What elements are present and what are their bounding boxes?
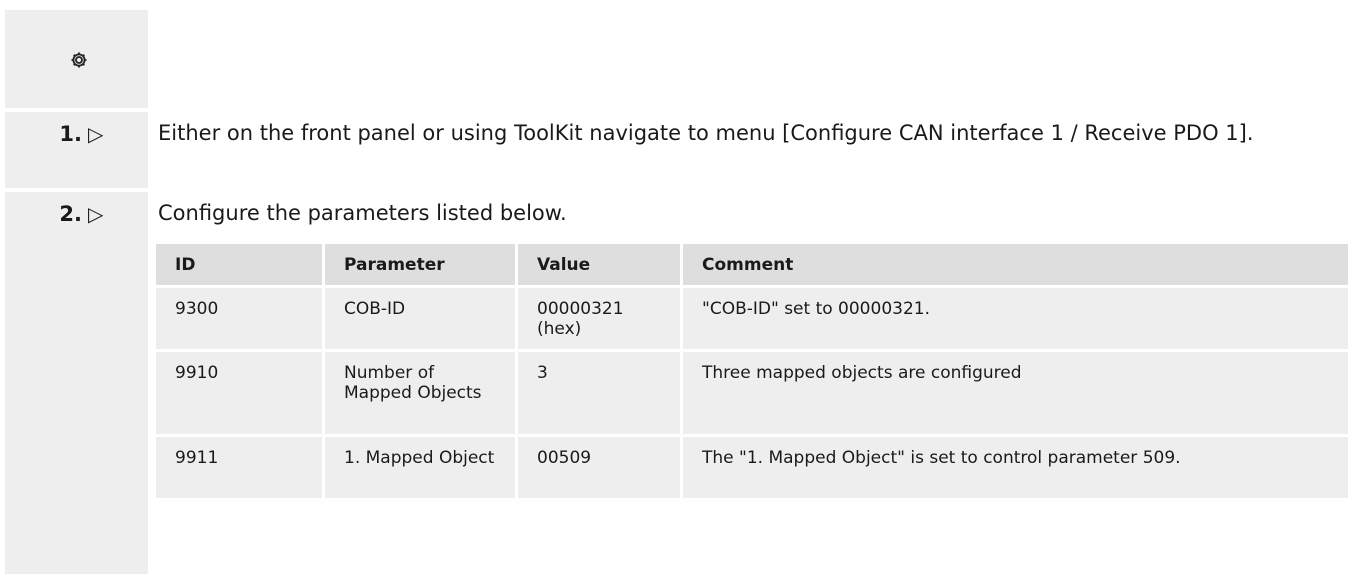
table-row: 9300 COB-ID 00000321 (hex) "COB-ID" set …: [156, 288, 1348, 349]
cell-parameter: Number of Mapped Objects: [325, 352, 515, 434]
step-2-gutter: [5, 192, 148, 574]
gear-icon: [69, 50, 89, 70]
cell-id: 9300: [156, 288, 322, 349]
table-header-row: ID Parameter Value Comment: [156, 244, 1348, 285]
cell-comment: "COB-ID" set to 00000321.: [683, 288, 1348, 349]
cell-value: 3: [518, 352, 680, 434]
cell-parameter: 1. Mapped Object: [325, 437, 515, 498]
column-header-comment: Comment: [683, 244, 1348, 285]
table-row: 9911 1. Mapped Object 00509 The "1. Mapp…: [156, 437, 1348, 498]
cell-comment: The "1. Mapped Object" is set to control…: [683, 437, 1348, 498]
step-1-text: Either on the front panel or using ToolK…: [158, 121, 1254, 145]
cell-value: 00509: [518, 437, 680, 498]
step-2-number: 2. ▷: [18, 200, 140, 228]
step-1-number: 1. ▷: [18, 120, 140, 148]
step-number: 2.: [59, 202, 82, 226]
column-header-value: Value: [518, 244, 680, 285]
cell-id: 9911: [156, 437, 322, 498]
column-header-id: ID: [156, 244, 322, 285]
step-2-text: Configure the parameters listed below.: [158, 201, 567, 225]
step-arrow-icon: ▷: [88, 202, 104, 226]
cell-id: 9910: [156, 352, 322, 434]
cell-value: 00000321 (hex): [518, 288, 680, 349]
cell-parameter: COB-ID: [325, 288, 515, 349]
cell-comment: Three mapped objects are configured: [683, 352, 1348, 434]
step-number: 1.: [59, 122, 82, 146]
step-arrow-icon: ▷: [88, 122, 104, 146]
column-header-parameter: Parameter: [325, 244, 515, 285]
table-row: 9910 Number of Mapped Objects 3 Three ma…: [156, 352, 1348, 434]
parameter-table: ID Parameter Value Comment 9300 COB-ID 0…: [153, 241, 1351, 501]
